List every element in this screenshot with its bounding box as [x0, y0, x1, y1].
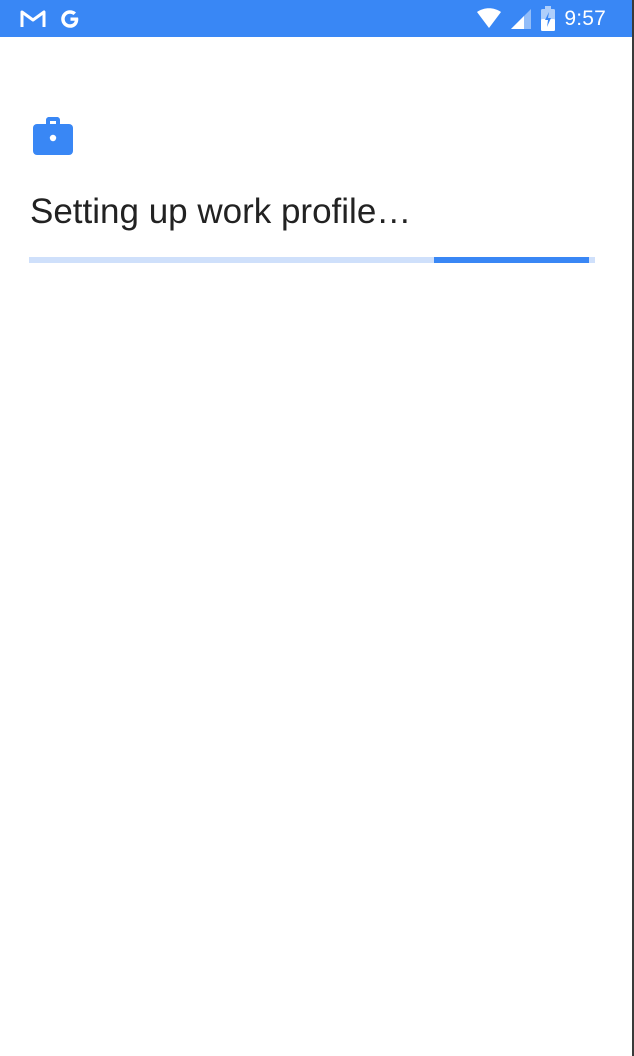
- cell-signal-icon: [510, 8, 532, 30]
- gmail-icon: [20, 9, 46, 29]
- progress-bar-fill: [433, 257, 590, 263]
- screen: 9:57 Setting up work profile…: [0, 0, 634, 1056]
- status-bar: 9:57: [0, 0, 632, 37]
- status-bar-right: 9:57: [476, 6, 606, 32]
- progress-bar: [29, 257, 595, 263]
- status-time: 9:57: [564, 7, 606, 30]
- page-title: Setting up work profile…: [30, 192, 412, 231]
- wifi-icon: [476, 8, 502, 30]
- status-bar-left: [20, 6, 82, 32]
- briefcase-icon: [33, 117, 73, 155]
- battery-icon: [540, 6, 556, 32]
- setup-content: Setting up work profile…: [30, 112, 596, 234]
- google-icon: [58, 7, 82, 31]
